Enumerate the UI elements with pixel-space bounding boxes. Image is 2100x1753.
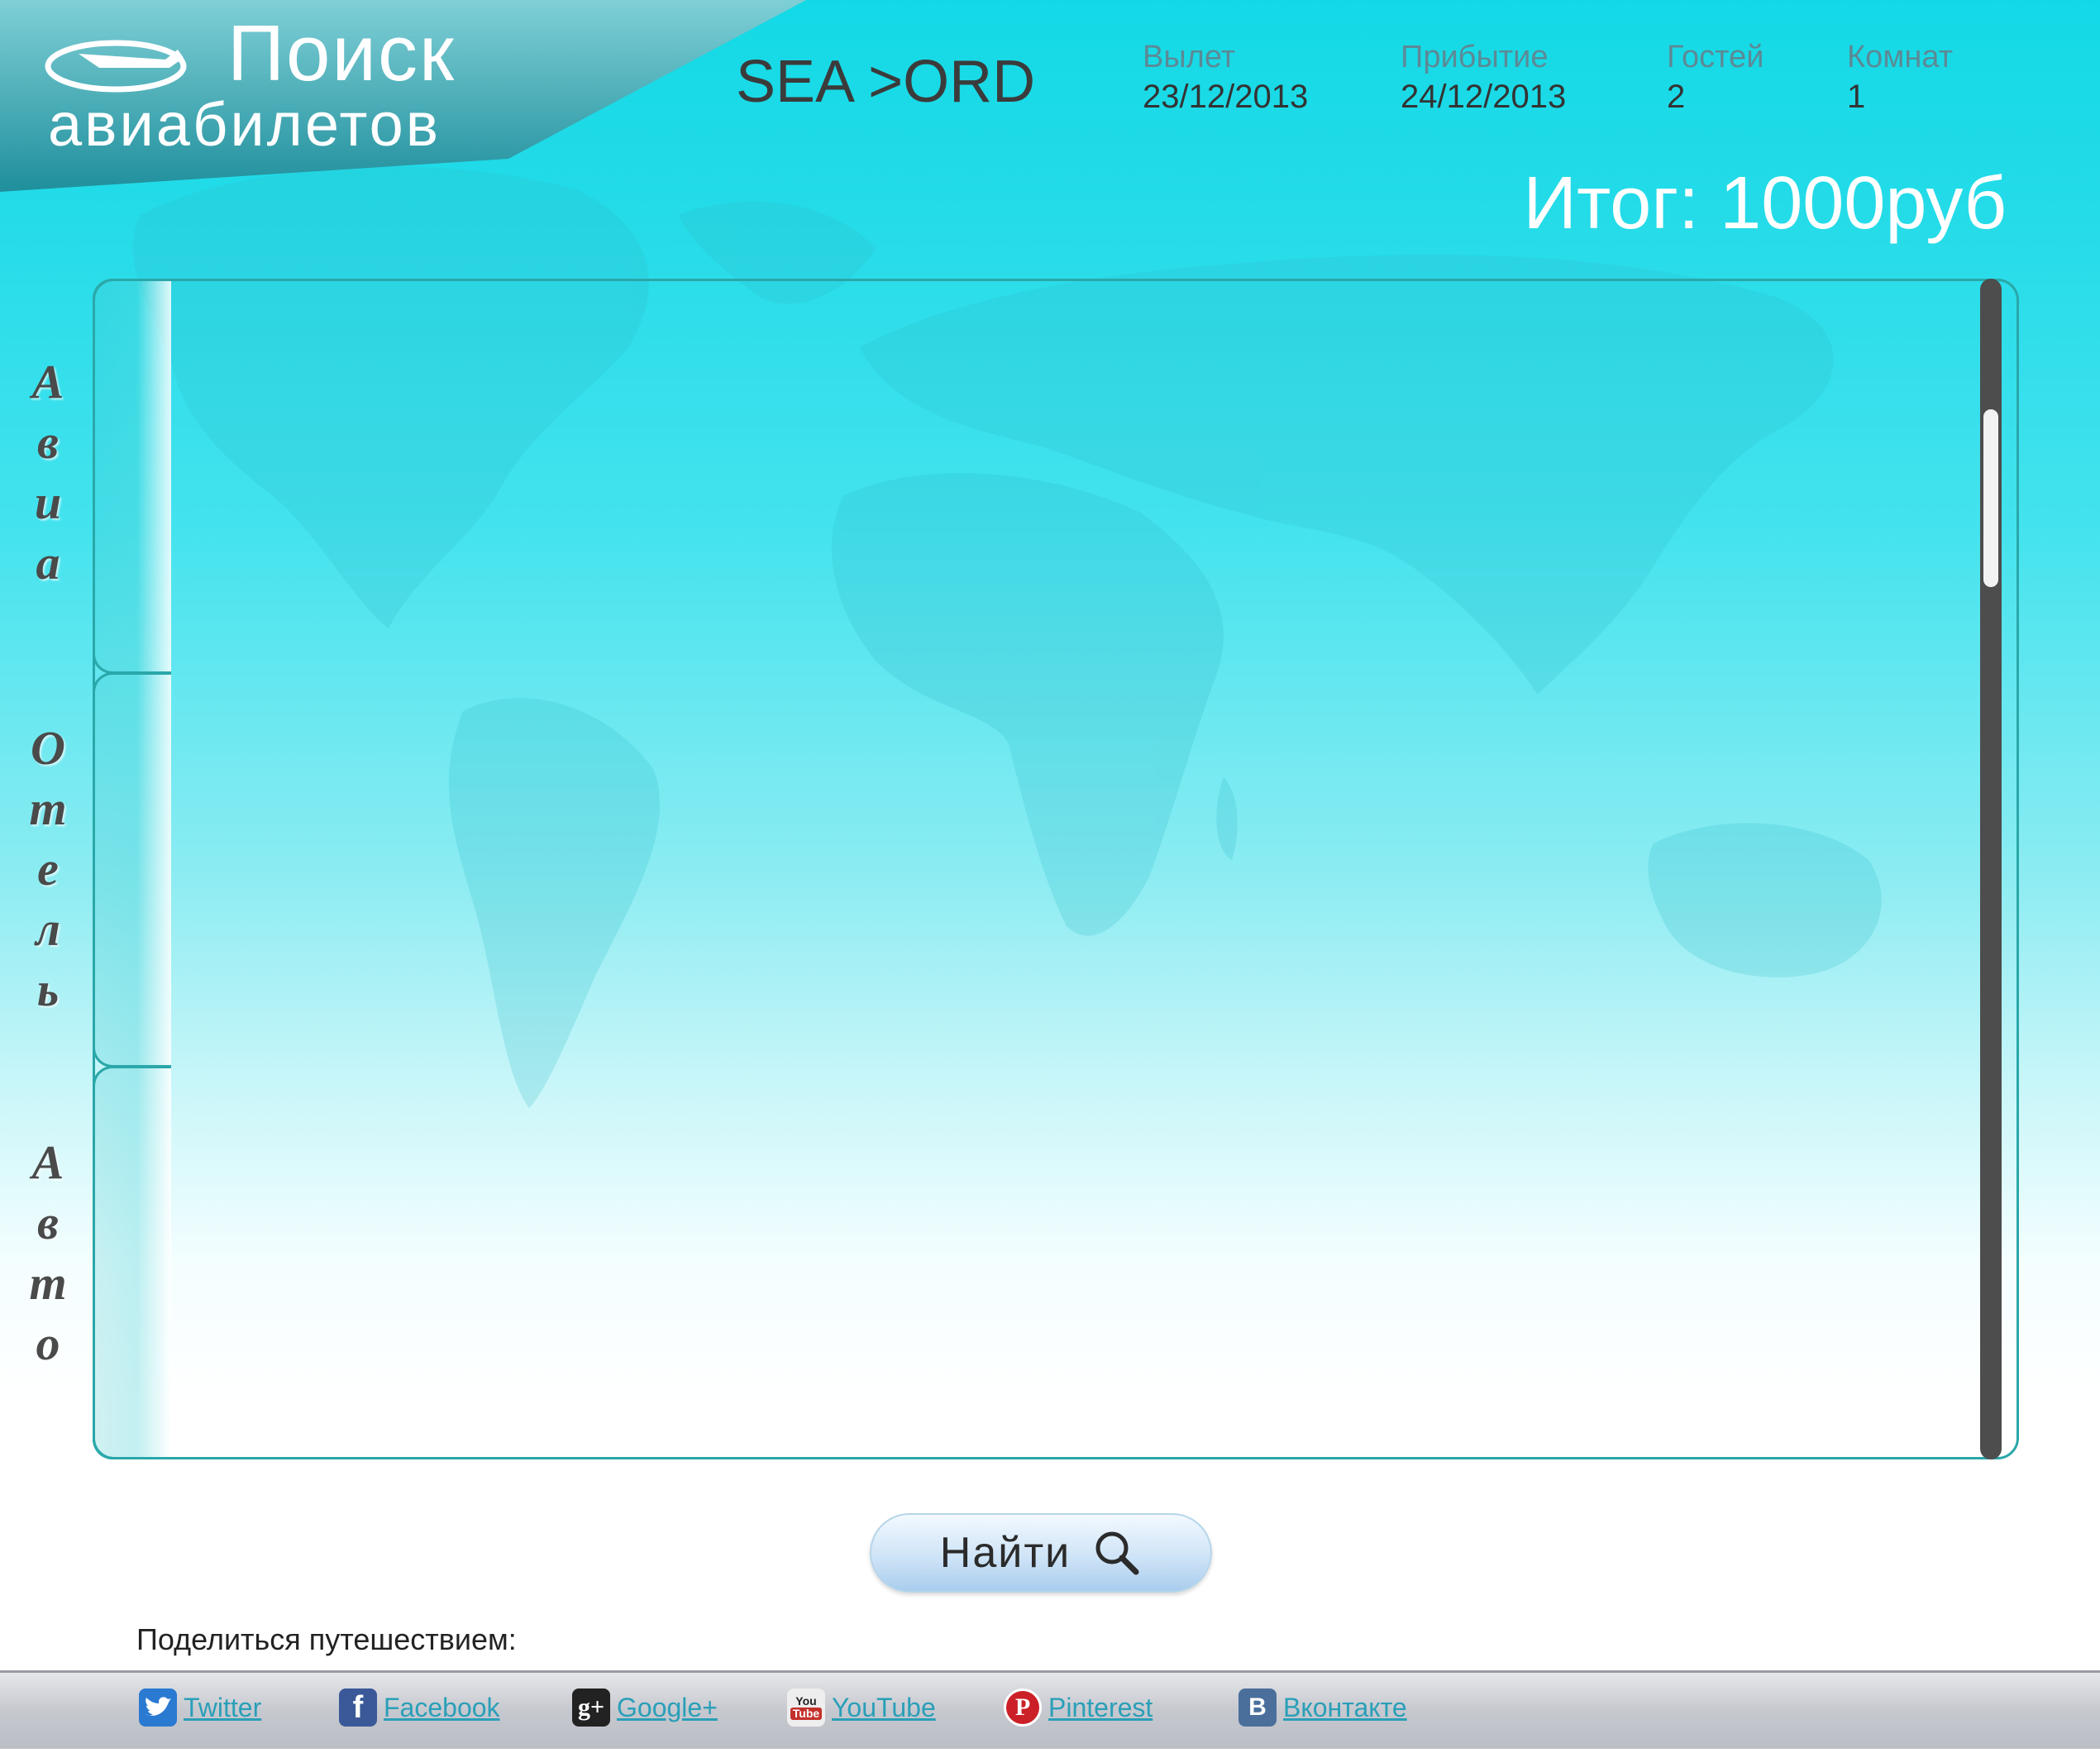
facebook-icon: f <box>339 1689 377 1727</box>
social-google-plus[interactable]: g+ Google+ <box>572 1689 718 1727</box>
logo-subtitle: авиабилетов <box>48 90 441 159</box>
social-youtube[interactable]: You Tube YouTube <box>787 1689 936 1727</box>
search-button-label: Найти <box>939 1529 1071 1577</box>
arrival-value: 24/12/2013 <box>1401 79 1567 115</box>
twitter-link[interactable]: Twitter <box>184 1693 261 1723</box>
search-button[interactable]: Найти <box>870 1513 1212 1593</box>
twitter-icon <box>139 1689 177 1727</box>
social-vk[interactable]: B Вконтакте <box>1239 1689 1407 1727</box>
arrival-label: Прибытие <box>1401 40 1549 74</box>
route-label: SEA >ORD <box>736 49 1036 115</box>
social-pinterest[interactable]: P Pinterest <box>1004 1689 1153 1727</box>
guests-value: 2 <box>1667 79 1686 115</box>
tab-avia[interactable] <box>93 279 171 674</box>
facebook-link[interactable]: Facebook <box>384 1693 500 1723</box>
arrival-info: Прибытие 24/12/2013 <box>1401 40 1566 116</box>
departure-value: 23/12/2013 <box>1143 79 1309 115</box>
guests-info: Гостей 2 <box>1667 40 1764 116</box>
tab-hotel[interactable] <box>93 672 171 1068</box>
departure-label: Вылет <box>1143 40 1236 74</box>
tab-avia-label: Авиа <box>31 355 64 590</box>
google-plus-icon: g+ <box>572 1689 610 1727</box>
departure-info: Вылет 23/12/2013 <box>1143 40 1308 116</box>
share-title: Поделиться путешествием: <box>136 1622 517 1656</box>
social-facebook[interactable]: f Facebook <box>339 1689 500 1727</box>
total-price: Итог: 1000руб <box>1523 162 2007 245</box>
scrollbar-thumb[interactable] <box>1983 409 1998 587</box>
vk-icon: B <box>1239 1689 1277 1727</box>
tab-hotel-label: Отель <box>29 721 67 1016</box>
google-plus-link[interactable]: Google+ <box>617 1693 718 1723</box>
rooms-value: 1 <box>1847 79 1866 115</box>
social-twitter[interactable]: Twitter <box>139 1689 261 1727</box>
pinterest-icon: P <box>1004 1689 1042 1727</box>
guests-label: Гостей <box>1667 40 1764 74</box>
logo-title: Поиск <box>227 9 456 98</box>
tab-auto-label: Авто <box>29 1135 67 1370</box>
rooms-info: Комнат 1 <box>1847 40 1953 116</box>
tab-auto[interactable] <box>93 1066 171 1459</box>
vk-link[interactable]: Вконтакте <box>1283 1693 1407 1723</box>
search-icon <box>1095 1531 1139 1575</box>
results-panel <box>93 279 2019 1459</box>
rooms-label: Комнат <box>1847 40 1954 74</box>
youtube-link[interactable]: YouTube <box>832 1693 936 1723</box>
pinterest-link[interactable]: Pinterest <box>1048 1693 1153 1723</box>
youtube-icon: You Tube <box>787 1689 825 1727</box>
